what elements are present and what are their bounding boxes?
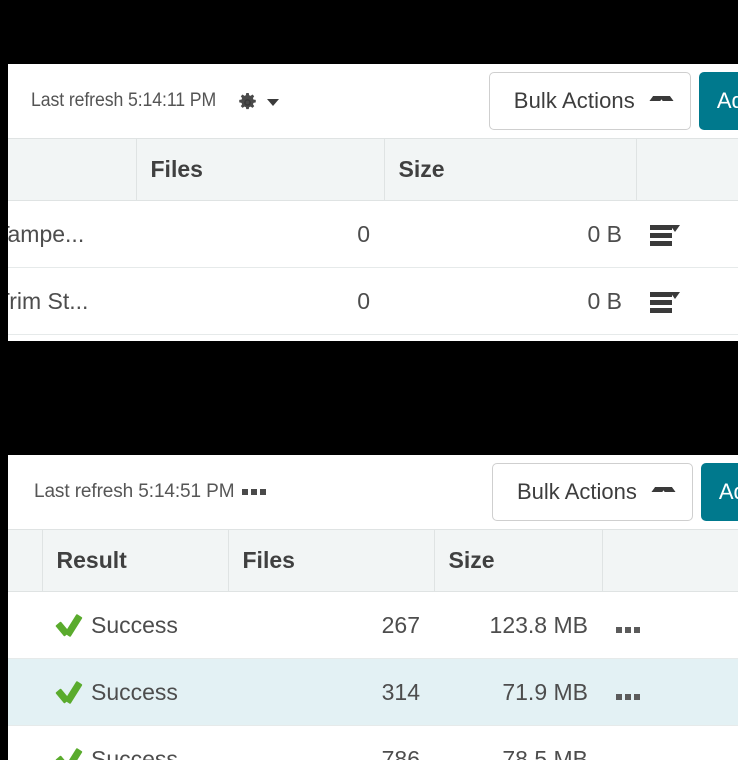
column-header-result[interactable]: Result [42, 529, 229, 592]
check-icon [56, 616, 82, 636]
row-name-link[interactable]: Tampe... [8, 221, 122, 248]
bottom-table: Result Files Size Success 267 123.8 MB S… [8, 529, 738, 760]
cell-row-menu[interactable] [636, 267, 738, 335]
bulk-actions-button[interactable]: Bulk Actions [492, 463, 693, 521]
cell-result: Success [42, 591, 228, 659]
column-header-files[interactable]: Files [228, 529, 435, 592]
cell-size: 0 B [384, 200, 636, 268]
check-icon [56, 683, 82, 703]
cell-result: Success [42, 725, 228, 760]
add-button-label: Add [718, 479, 738, 504]
list-menu-icon[interactable] [650, 291, 680, 313]
table-row[interactable]: Success 314 71.9 MB [8, 658, 738, 726]
cell-row-menu[interactable] [636, 200, 738, 268]
cell-files: 267 [228, 591, 434, 659]
column-header-size[interactable]: Size [434, 529, 603, 592]
table-row[interactable]: Trim St... 0 0 B [8, 267, 738, 335]
column-header-actions [602, 529, 738, 592]
column-header-select [8, 529, 43, 592]
cell-size: 0 B [384, 267, 636, 335]
cell-size: 71.9 MB [434, 658, 602, 726]
column-header-actions [636, 138, 738, 201]
table-row[interactable]: Tampe... 0 0 B [8, 200, 738, 268]
cell-select[interactable] [8, 591, 42, 659]
bottom-panel: Last refresh 5:14:51 PM Bulk Actions Add… [8, 455, 738, 760]
list-menu-icon[interactable] [650, 224, 680, 246]
result-label: Success [91, 678, 178, 705]
result-label: Success [91, 745, 178, 760]
bottom-last-refresh: Last refresh 5:14:51 PM [34, 481, 267, 503]
bulk-actions-button[interactable]: Bulk Actions [488, 72, 691, 130]
bottom-toolbar-buttons: Bulk Actions Add [492, 463, 738, 521]
check-icon [56, 750, 82, 760]
cell-name[interactable]: Trim St... [8, 267, 136, 335]
chevron-down-icon [653, 96, 670, 106]
cell-select[interactable] [8, 658, 42, 726]
ellipsis-icon[interactable] [242, 489, 267, 495]
cell-files: 786 [228, 725, 434, 760]
add-button[interactable]: Add [698, 72, 738, 130]
top-panel: Last refresh 5:14:11 PM Bulk Actions Add [8, 64, 738, 341]
table-row[interactable]: Success 786 78.5 MB [8, 725, 738, 760]
cell-select[interactable] [8, 725, 42, 760]
ellipsis-icon[interactable] [616, 693, 640, 700]
top-toolbar: Last refresh 5:14:11 PM Bulk Actions Add [8, 64, 738, 138]
top-last-refresh: Last refresh 5:14:11 PM [31, 90, 280, 112]
cell-size: 123.8 MB [434, 591, 602, 659]
cell-size: 78.5 MB [434, 725, 602, 760]
caret-down-icon[interactable] [267, 98, 280, 106]
add-button-label: Add [716, 88, 738, 113]
bulk-actions-label: Bulk Actions [517, 479, 637, 504]
bulk-actions-label: Bulk Actions [513, 88, 635, 113]
column-header-files[interactable]: Files [136, 138, 385, 201]
cell-row-menu[interactable] [602, 658, 738, 726]
cell-files: 0 [136, 267, 384, 335]
result-label: Success [91, 611, 178, 638]
bottom-table-header-row: Result Files Size [8, 529, 738, 592]
top-table-header-row: Files Size [8, 138, 738, 201]
top-toolbar-buttons: Bulk Actions Add [488, 72, 738, 130]
bottom-last-refresh-label: Last refresh 5:14:51 PM [34, 481, 235, 502]
column-header-size[interactable]: Size [384, 138, 637, 201]
cell-row-menu[interactable] [602, 725, 738, 760]
chevron-down-icon [655, 487, 672, 497]
row-name-link[interactable]: Trim St... [8, 288, 122, 315]
cell-row-menu[interactable] [602, 591, 738, 659]
cell-files: 0 [136, 200, 384, 268]
column-header-name[interactable] [8, 138, 137, 201]
gear-icon[interactable] [238, 92, 257, 112]
table-row[interactable]: Success 267 123.8 MB [8, 591, 738, 659]
top-table: Files Size Tampe... 0 0 B Trim St... [8, 138, 738, 335]
cell-files: 314 [228, 658, 434, 726]
bottom-toolbar: Last refresh 5:14:51 PM Bulk Actions Add [8, 455, 738, 529]
ellipsis-icon[interactable] [616, 626, 640, 633]
cell-result: Success [42, 658, 228, 726]
top-last-refresh-label: Last refresh 5:14:11 PM [31, 90, 217, 111]
add-button[interactable]: Add [700, 463, 738, 521]
cell-name[interactable]: Tampe... [8, 200, 136, 268]
